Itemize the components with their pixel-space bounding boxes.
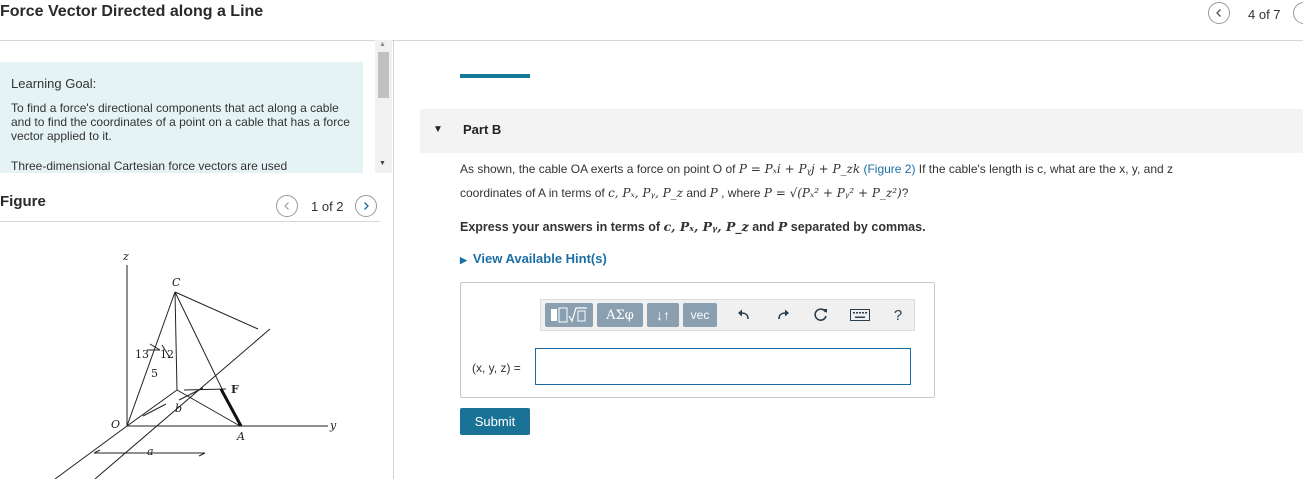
answer-label: (x, y, z) = xyxy=(472,361,521,375)
scrollbar-thumb[interactable] xyxy=(378,52,389,98)
question-line-1: As shown, the cable OA exerts a force on… xyxy=(460,162,1173,176)
figure-heading: Figure xyxy=(0,193,46,210)
variable-math: P xyxy=(777,219,788,234)
fraction-root-icon xyxy=(551,307,587,323)
label-5: 5 xyxy=(151,367,158,380)
instruction-line: Express your answers in terms of c, Pₓ, … xyxy=(460,219,926,234)
view-hints-link[interactable]: ▶ View Available Hint(s) xyxy=(460,251,607,266)
force-vector-math: P = Pₓi + Pᵧj + P_zk xyxy=(738,162,861,176)
learning-goal-text: To find a force's directional components… xyxy=(11,101,350,143)
panel-divider xyxy=(393,40,394,479)
label-F: F xyxy=(231,383,239,396)
next-page-button[interactable] xyxy=(1293,2,1303,24)
scroll-down-icon[interactable]: ▼ xyxy=(379,160,386,167)
undo-icon[interactable] xyxy=(733,304,755,326)
learning-goal-text-continued: Three-dimensional Cartesian force vector… xyxy=(11,159,288,173)
templates-button[interactable] xyxy=(545,303,593,327)
part-label: Part B xyxy=(463,122,502,137)
label-A: A xyxy=(236,430,245,443)
figure-divider xyxy=(0,221,380,222)
reset-icon[interactable] xyxy=(810,304,832,326)
label-12: 12 xyxy=(160,348,174,361)
prev-page-button[interactable] xyxy=(1208,2,1230,24)
variables-math: c, Pₓ, Pᵧ, P_z xyxy=(608,186,684,200)
learning-goal-panel: Learning Goal: To find a force's directi… xyxy=(0,62,363,173)
figure-link[interactable]: (Figure 2) xyxy=(863,162,915,176)
force-diagram: z C 13 12 5 F b O A y a xyxy=(54,250,337,479)
hint-label: View Available Hint(s) xyxy=(472,251,607,266)
question-text: ? xyxy=(901,186,909,200)
chevron-left-icon xyxy=(284,202,289,210)
header-divider xyxy=(0,40,1303,41)
label-a: a xyxy=(147,445,154,458)
learning-goal-heading: Learning Goal: xyxy=(11,76,97,91)
label-13: 13 xyxy=(135,348,149,361)
keyboard-icon[interactable] xyxy=(847,304,873,326)
question-text: , where xyxy=(717,186,764,200)
question-text: If the cable's length is c, what are the… xyxy=(915,162,1174,176)
instruction-text: separated by commas. xyxy=(787,220,926,234)
magnitude-math: P = √(Pₓ² + Pᵧ² + P_z²) xyxy=(763,186,902,200)
figure-next-button[interactable] xyxy=(355,195,377,217)
question-text: As shown, the cable OA exerts a force on… xyxy=(460,162,739,176)
subscript-superscript-button[interactable]: ↓↑ xyxy=(647,303,679,327)
label-z: z xyxy=(122,250,129,263)
question-text: coordinates of A in terms of xyxy=(460,186,609,200)
redo-icon[interactable] xyxy=(772,304,794,326)
scroll-up-icon[interactable]: ▲ xyxy=(379,41,386,48)
answer-input[interactable] xyxy=(535,348,911,385)
chevron-left-icon xyxy=(1216,9,1221,17)
vector-button[interactable]: vec xyxy=(683,303,717,327)
instruction-text: Express your answers in terms of xyxy=(460,220,664,234)
math-toolbar: ΑΣφ ↓↑ vec ? xyxy=(540,299,915,331)
question-text: and xyxy=(683,186,710,200)
instruction-text: and xyxy=(748,220,778,234)
variable-math: P xyxy=(709,186,718,200)
question-line-2: coordinates of A in terms of c, Pₓ, Pᵧ, … xyxy=(460,186,908,200)
chevron-right-icon xyxy=(364,202,369,210)
submit-button[interactable]: Submit xyxy=(460,408,530,435)
page-title: Force Vector Directed along a Line xyxy=(0,3,264,20)
help-button[interactable]: ? xyxy=(887,304,909,326)
part-header[interactable] xyxy=(420,109,1303,153)
label-y: y xyxy=(329,419,337,432)
page-counter: 4 of 7 xyxy=(1248,7,1281,22)
greek-symbols-button[interactable]: ΑΣφ xyxy=(597,303,643,327)
label-b: b xyxy=(175,402,182,415)
variables-math: c, Pₓ, Pᵧ, P_z xyxy=(663,219,749,234)
expand-triangle-icon: ▶ xyxy=(460,255,467,265)
label-O: O xyxy=(111,418,120,431)
part-progress-bar xyxy=(460,74,530,78)
label-C: C xyxy=(172,276,181,289)
collapse-triangle-icon[interactable]: ▼ xyxy=(433,124,443,135)
figure-prev-button[interactable] xyxy=(276,195,298,217)
figure-counter: 1 of 2 xyxy=(311,199,344,214)
